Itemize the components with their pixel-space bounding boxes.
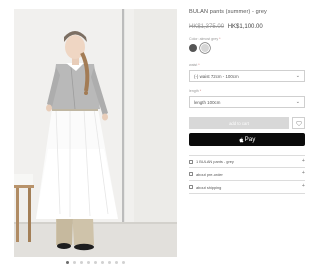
gallery-dot[interactable] [87,261,90,264]
gallery-dot[interactable] [66,261,69,264]
plus-icon: + [301,170,305,177]
required-mark: * [198,63,200,67]
length-label-text: length [189,89,199,93]
waist-select-value: (-) waist 72cm - 100cm [194,73,239,79]
clock-icon [189,172,193,176]
color-label-text: Color: almost grey [189,37,219,41]
gallery-dot[interactable] [80,261,83,264]
gallery-dot[interactable] [115,261,118,264]
gallery-dot[interactable] [122,261,125,264]
accordion-label: about shipping [196,184,222,190]
gallery-pagination [14,261,177,264]
apple-pay-label: Pay [244,136,256,143]
plus-icon: + [301,183,305,190]
apple-pay-button[interactable]: Pay [189,133,305,146]
accordion-item-product[interactable]: 1 BULAN pants - grey + [189,155,305,168]
required-mark: * [199,89,202,93]
wishlist-button[interactable] [292,117,305,129]
waist-label-text: waist [189,63,198,67]
accordion-item-shipping[interactable]: about shipping + [189,181,305,194]
waist-select[interactable]: (-) waist 72cm - 100cm ⌄ [189,70,305,82]
chevron-down-icon: ⌄ [295,72,300,79]
product-photo-illustration [14,9,177,257]
heart-icon [295,120,302,126]
accordion-label: about pre-order [196,171,223,177]
color-swatch-grey[interactable] [201,44,209,52]
accordion-item-preorder[interactable]: about pre-order + [189,168,305,181]
color-swatches [189,44,305,52]
product-title: BULAN pants (summer) - grey [189,9,267,15]
original-price: HK$1,375.00 [189,24,225,30]
gallery-dot[interactable] [101,261,104,264]
cart-row: add to cart [189,117,305,129]
length-select[interactable]: length 100cm ⌄ [189,96,305,108]
color-option-label: Color: almost grey * [189,37,305,42]
product-panel: BULAN pants (summer) - grey HK$1,375.00 … [189,8,305,194]
gallery-dot[interactable] [108,261,111,264]
gallery-dot[interactable] [94,261,97,264]
sale-price: HK$1,100.00 [227,24,263,30]
info-accordion: 1 BULAN pants - grey + about pre-order +… [189,155,305,194]
waist-option-label: waist * [189,63,305,68]
tag-icon [189,159,193,164]
length-option-label: length * [189,89,305,94]
add-to-cart-button[interactable]: add to cart [189,117,289,129]
price-row: HK$1,375.00 HK$1,100.00 [189,23,305,31]
accordion-label: 1 BULAN pants - grey [196,159,234,164]
gallery-dot[interactable] [73,261,76,264]
required-mark: * [219,37,221,41]
length-select-value: length 100cm [194,99,221,105]
plus-icon: + [301,157,305,164]
color-swatch-dark[interactable] [189,44,197,52]
chevron-down-icon: ⌄ [295,98,300,105]
truck-icon [189,185,193,189]
apple-logo-icon [239,137,244,142]
product-image[interactable] [14,9,177,257]
